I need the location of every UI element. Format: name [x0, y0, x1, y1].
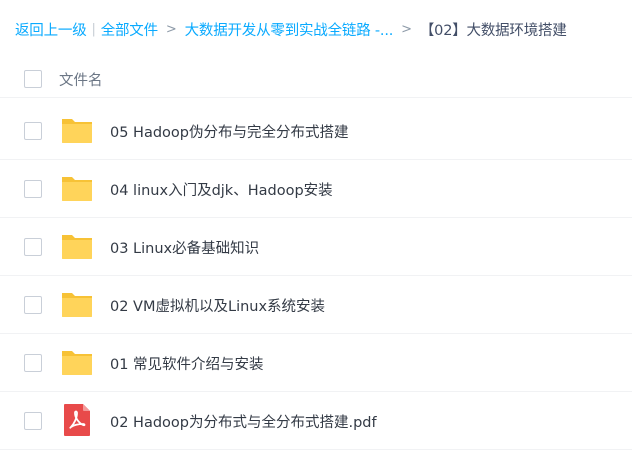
folder-icon	[62, 119, 92, 143]
folder-icon	[62, 351, 92, 375]
row-checkbox[interactable]	[24, 238, 42, 256]
file-row[interactable]: 05 Hadoop伪分布与完全分布式搭建	[0, 102, 632, 160]
parent-folder-link[interactable]: 大数据开发从零到实战全链路 -...	[185, 19, 394, 40]
row-checkbox[interactable]	[24, 296, 42, 314]
file-name[interactable]: 02 VM虚拟机以及Linux系统安装	[110, 295, 325, 316]
file-row[interactable]: 01 常见软件介绍与安装	[0, 334, 632, 392]
filename-column-header[interactable]: 文件名	[59, 69, 103, 90]
file-row[interactable]: 03 Linux必备基础知识	[0, 218, 632, 276]
file-list-header: 文件名	[0, 60, 632, 98]
row-checkbox[interactable]	[24, 180, 42, 198]
pdf-file-icon	[64, 404, 90, 436]
file-row[interactable]: 02 Hadoop为分布式与全分布式搭建.pdf	[0, 392, 632, 450]
file-browser: 返回上一级 | 全部文件 > 大数据开发从零到实战全链路 -... > 【02】…	[0, 0, 632, 452]
breadcrumb-separator: >	[165, 21, 177, 37]
all-files-link[interactable]: 全部文件	[101, 19, 158, 40]
row-checkbox[interactable]	[24, 354, 42, 372]
back-link[interactable]: 返回上一级	[15, 19, 87, 40]
folder-icon	[62, 235, 92, 259]
folder-icon	[62, 177, 92, 201]
file-name[interactable]: 05 Hadoop伪分布与完全分布式搭建	[110, 121, 349, 142]
file-name[interactable]: 03 Linux必备基础知识	[110, 237, 259, 258]
file-name[interactable]: 01 常见软件介绍与安装	[110, 353, 264, 374]
file-name[interactable]: 04 linux入门及djk、Hadoop安装	[110, 179, 333, 200]
row-checkbox[interactable]	[24, 122, 42, 140]
breadcrumb-separator: >	[401, 21, 412, 37]
file-row[interactable]: 04 linux入门及djk、Hadoop安装	[0, 160, 632, 218]
file-row[interactable]: 02 VM虚拟机以及Linux系统安装	[0, 276, 632, 334]
current-folder-label: 【02】大数据环境搭建	[419, 22, 567, 39]
file-name[interactable]: 02 Hadoop为分布式与全分布式搭建.pdf	[110, 411, 377, 432]
select-all-checkbox[interactable]	[24, 70, 42, 88]
row-checkbox[interactable]	[24, 412, 42, 430]
breadcrumb: 返回上一级 | 全部文件 > 大数据开发从零到实战全链路 -... > 【02】…	[15, 18, 627, 40]
folder-icon	[62, 293, 92, 317]
breadcrumb-divider: |	[91, 21, 96, 37]
